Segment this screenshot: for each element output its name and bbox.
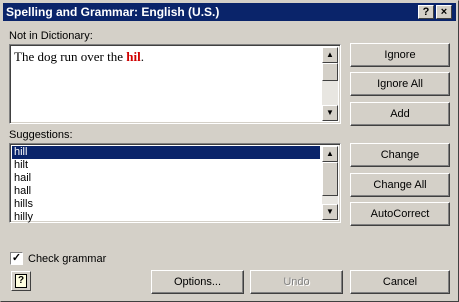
sentence-after: . — [140, 49, 144, 64]
cancel-button[interactable]: Cancel — [350, 270, 450, 294]
scroll-up-icon[interactable]: ▲ — [322, 146, 338, 162]
suggestions-scrollbar[interactable]: ▲ ▼ — [322, 146, 338, 220]
suggestions-list[interactable]: hill hilt hail hall hills hilly ▲ ▼ — [9, 143, 341, 223]
scroll-up-icon[interactable]: ▲ — [322, 47, 338, 63]
window-title: Spelling and Grammar: English (U.S.) — [6, 5, 220, 19]
suggestion-item[interactable]: hilly — [12, 211, 320, 224]
not-in-dictionary-box[interactable]: The dog run over the hil. ▲ ▼ — [9, 44, 341, 124]
ignore-button[interactable]: Ignore — [350, 43, 450, 67]
suggestion-item[interactable]: hilt — [12, 159, 320, 172]
suggestion-item[interactable]: hill — [12, 146, 320, 159]
help-title-button[interactable]: ? — [418, 5, 434, 19]
options-button[interactable]: Options... — [151, 270, 244, 294]
scroll-down-icon[interactable]: ▼ — [322, 204, 338, 220]
add-button[interactable]: Add — [350, 102, 450, 126]
sentence-text[interactable]: The dog run over the hil. — [14, 49, 144, 65]
help-icon: ? — [15, 274, 27, 288]
suggestion-item[interactable]: hall — [12, 185, 320, 198]
change-button[interactable]: Change — [350, 143, 450, 167]
sentence-before: The dog run over the — [14, 49, 127, 64]
check-grammar-label[interactable]: Check grammar — [28, 253, 106, 265]
check-grammar-checkbox[interactable]: ✓ — [10, 252, 23, 265]
sentence-scrollbar[interactable]: ▲ ▼ — [322, 47, 338, 121]
close-button[interactable]: × — [436, 5, 452, 19]
autocorrect-button[interactable]: AutoCorrect — [350, 202, 450, 226]
suggestions-items: hill hilt hail hall hills hilly — [12, 146, 320, 224]
scroll-thumb[interactable] — [322, 63, 338, 81]
not-in-dictionary-label: Not in Dictionary: — [9, 30, 93, 42]
ignore-all-button[interactable]: Ignore All — [350, 72, 450, 96]
suggestions-label: Suggestions: — [9, 129, 73, 141]
title-bar[interactable]: Spelling and Grammar: English (U.S.) ? × — [3, 3, 456, 21]
scroll-thumb[interactable] — [322, 162, 338, 196]
office-assistant-button[interactable]: ? — [11, 271, 31, 291]
spelling-dialog: Spelling and Grammar: English (U.S.) ? ×… — [0, 0, 459, 302]
scroll-down-icon[interactable]: ▼ — [322, 105, 338, 121]
undo-button[interactable]: Undo — [250, 270, 343, 294]
change-all-button[interactable]: Change All — [350, 173, 450, 197]
suggestion-item[interactable]: hills — [12, 198, 320, 211]
misspelled-word[interactable]: hil — [126, 49, 140, 64]
suggestion-item[interactable]: hail — [12, 172, 320, 185]
